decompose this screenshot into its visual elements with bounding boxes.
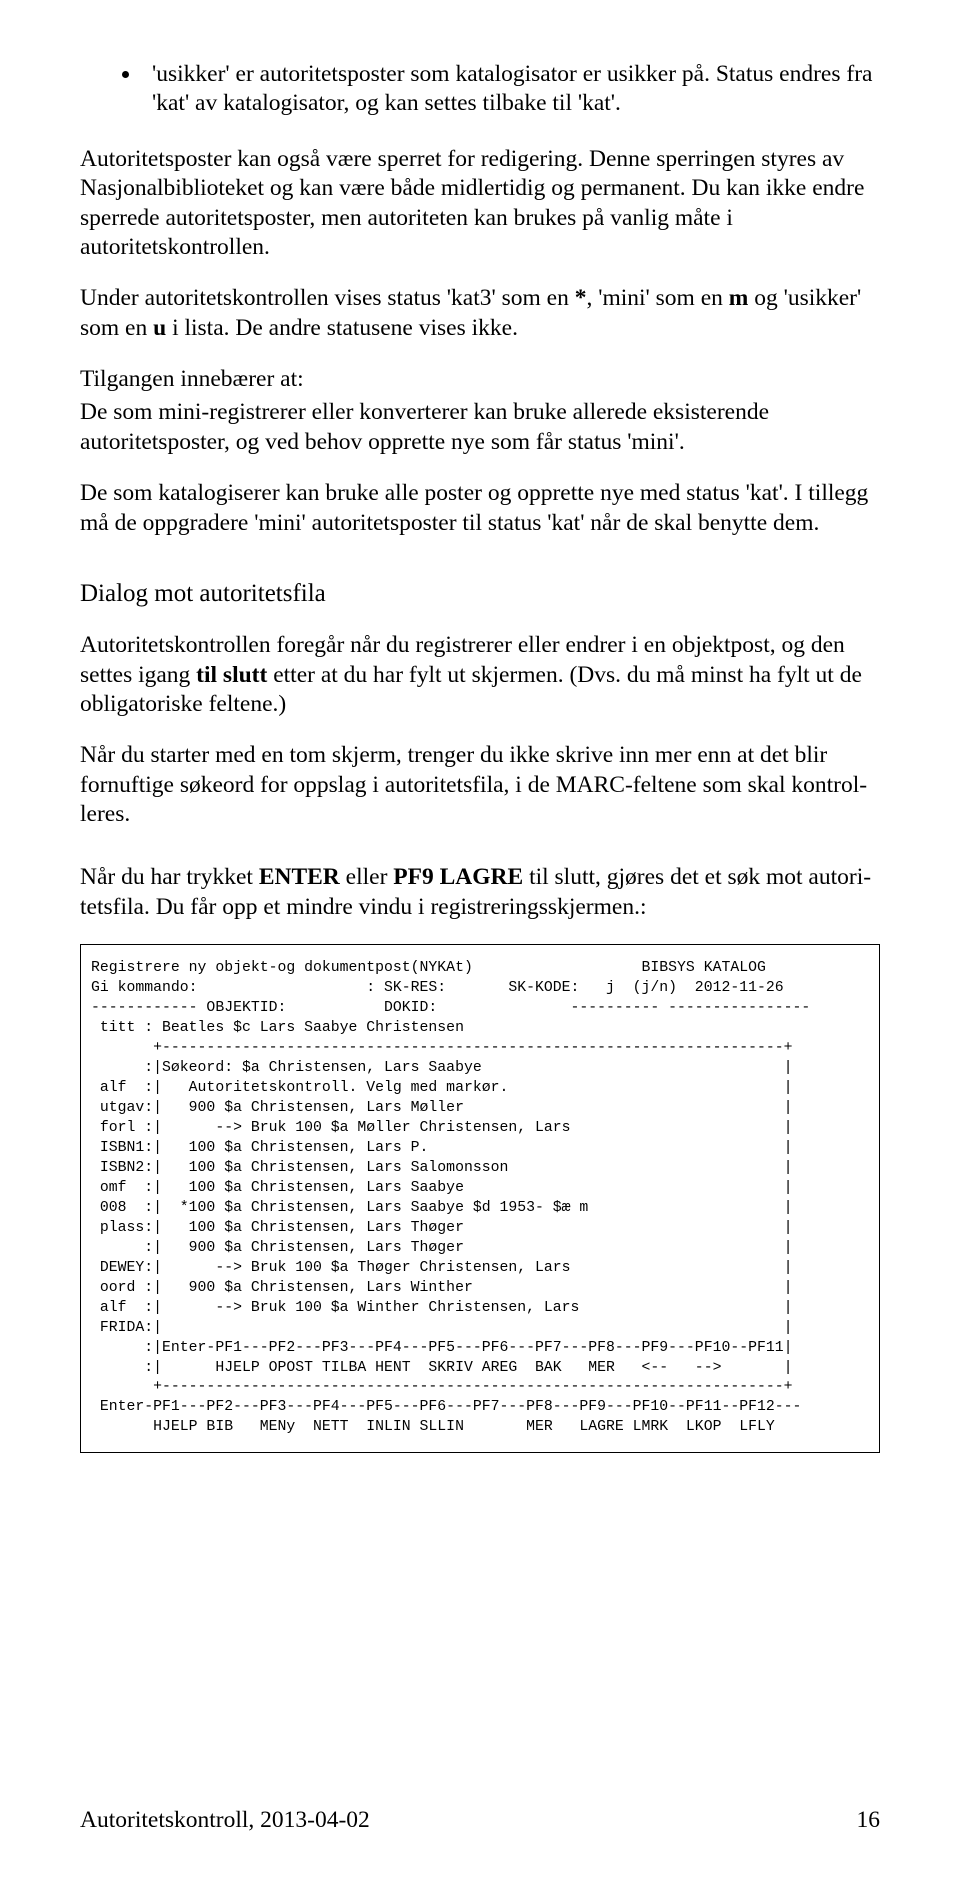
paragraph-1: Autoritetsposter kan også være sperret f…: [80, 145, 880, 263]
paragraph-4: De som mini-registrerer eller konvertere…: [80, 398, 880, 457]
p2-part-d: i lista. De andre statusene vises ikke.: [166, 315, 518, 341]
terminal-text: Registrere ny objekt-og dokumentpost(NYK…: [91, 959, 869, 1438]
paragraph-2: Under autoritetskontrollen vises status …: [80, 284, 880, 343]
bold-star: *: [575, 285, 587, 311]
footer-left: Autoritetskontroll, 2013-04-02: [80, 1807, 370, 1834]
paragraph-3: Tilgangen innebærer at:: [80, 365, 880, 394]
bold-tilslutt: til slutt: [196, 662, 267, 688]
terminal-screenshot: Registrere ny objekt-og dokumentpost(NYK…: [80, 944, 880, 1453]
paragraph-6: Autoritetskontrollen foregår når du regi…: [80, 631, 880, 719]
paragraph-7: Når du starter med en tom skjerm, trenge…: [80, 741, 880, 829]
footer-page-number: 16: [857, 1807, 881, 1834]
p2-part-b: , 'mini' som en: [586, 285, 728, 311]
page-body: 'usikker' er autoritetsposter som katalo…: [80, 60, 880, 1453]
p8-part-a: Når du har trykket: [80, 864, 259, 890]
page-footer: Autoritetskontroll, 2013-04-02 16: [80, 1807, 880, 1834]
bold-pf9: PF9 LAGRE: [393, 864, 523, 890]
p2-part-a: Under autoritetskontrollen vises status …: [80, 285, 575, 311]
paragraph-5: De som katalogiserer kan bruke alle post…: [80, 479, 880, 538]
bold-m: m: [729, 285, 749, 311]
bullet-list: 'usikker' er autoritetsposter som katalo…: [80, 60, 880, 119]
bold-enter: ENTER: [259, 864, 340, 890]
section-heading: Dialog mot autoritetsfila: [80, 578, 880, 609]
bullet-item: 'usikker' er autoritetsposter som katalo…: [142, 60, 880, 119]
p8-part-c: eller: [340, 864, 394, 890]
bold-u: u: [153, 315, 166, 341]
paragraph-8: Når du har trykket ENTER eller PF9 LAGRE…: [80, 863, 880, 922]
